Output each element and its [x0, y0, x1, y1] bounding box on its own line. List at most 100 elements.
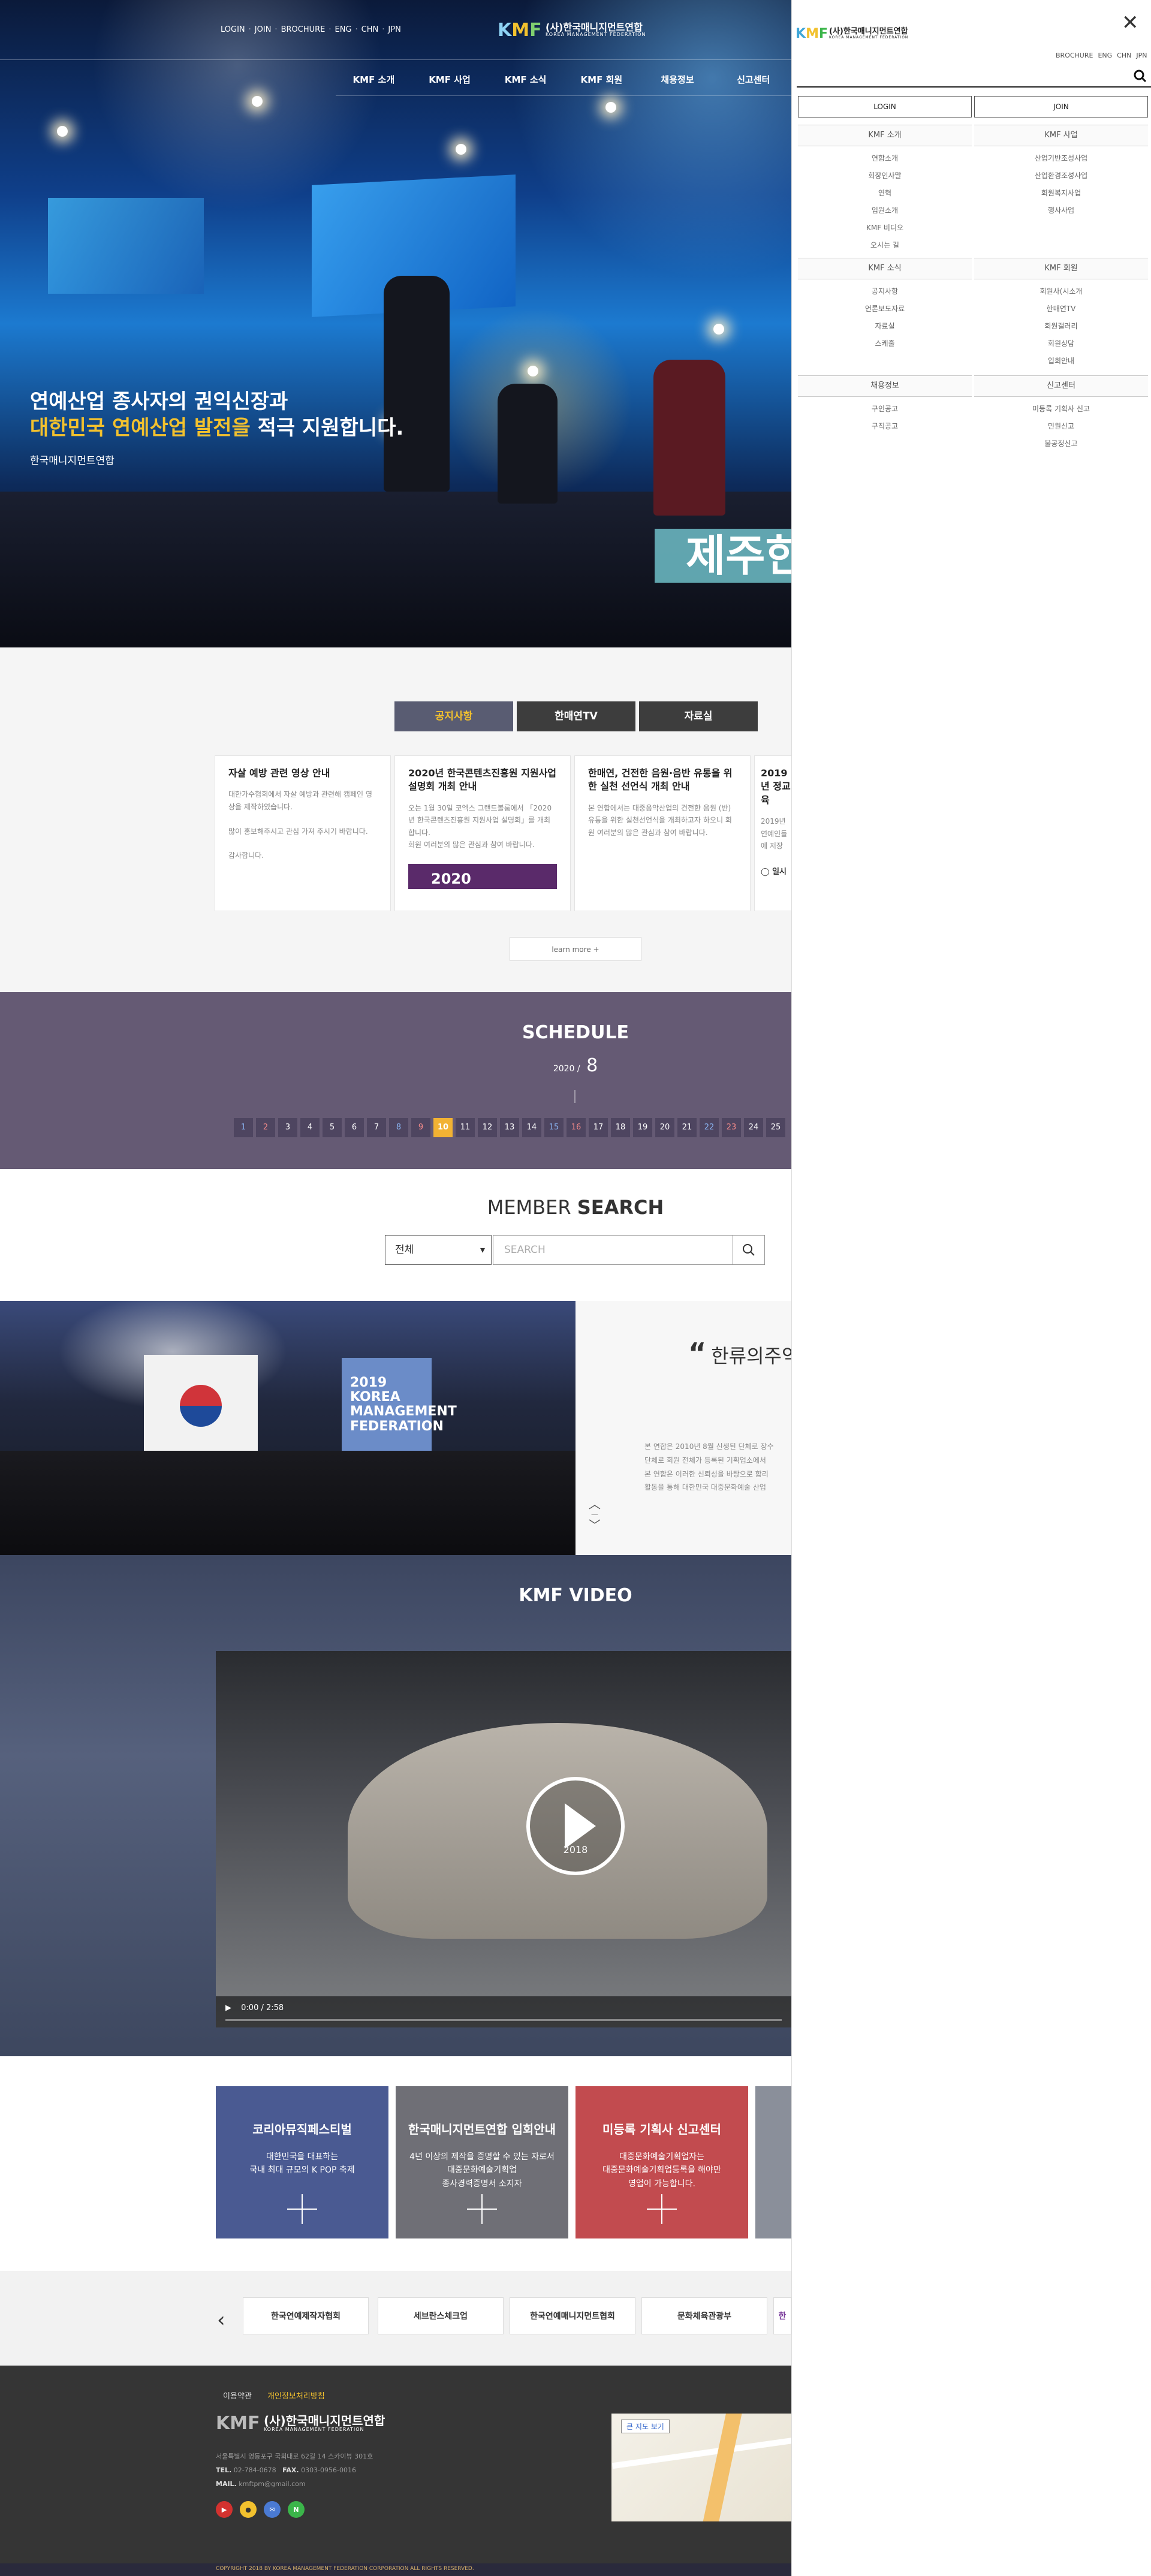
drawer-group-head[interactable]: KMF 회원 [974, 258, 1148, 279]
drawer-group-head[interactable]: KMF 소식 [798, 258, 972, 279]
drawer-login-button[interactable]: LOGIN [798, 96, 972, 117]
plus-icon[interactable] [467, 2194, 497, 2224]
schedule-day[interactable]: 12 [478, 1118, 497, 1137]
drawer-item[interactable]: 구인공고 [798, 400, 972, 418]
banner-partial[interactable] [755, 2086, 791, 2238]
site-logo[interactable]: KMF (사)한국매니지먼트연합 KOREA MANAGEMENT FEDERA… [498, 19, 646, 41]
schedule-day[interactable]: 13 [500, 1118, 519, 1137]
drawer-item[interactable]: 구직공고 [798, 418, 972, 435]
chn-link[interactable]: CHN [361, 25, 379, 34]
nav-recruit[interactable]: 채용정보 [640, 60, 716, 95]
banner-report-center[interactable]: 미등록 기획사 신고센터 대중문화예술기획업자는 대중문화예술기획업등록을 해야… [576, 2086, 748, 2238]
schedule-day[interactable]: 11 [456, 1118, 475, 1137]
schedule-day[interactable]: 15 [544, 1118, 564, 1137]
chevron-left-icon[interactable]: ‹ [217, 2308, 225, 2332]
schedule-day[interactable]: 1 [234, 1118, 253, 1137]
partner-logo[interactable]: 한국연예제작자협회 [243, 2297, 369, 2334]
schedule-day[interactable]: 6 [345, 1118, 364, 1137]
member-search-input[interactable]: SEARCH [493, 1235, 735, 1265]
schedule-day[interactable]: 25 [766, 1118, 785, 1137]
play-small-icon[interactable]: ▶ [225, 2003, 231, 2012]
schedule-day[interactable]: 10 [433, 1118, 453, 1137]
drawer-item[interactable]: 산업기반조성사업 [974, 150, 1148, 167]
schedule-day[interactable]: 22 [700, 1118, 719, 1137]
drawer-group-head[interactable]: KMF 사업 [974, 125, 1148, 146]
member-search-button[interactable] [733, 1235, 765, 1265]
drawer-item[interactable]: 한매연TV [974, 300, 1148, 318]
schedule-day[interactable]: 18 [611, 1118, 630, 1137]
drawer-item[interactable]: 임원소개 [798, 202, 972, 219]
drawer-item[interactable]: 오시는 길 [798, 237, 972, 254]
drawer-item[interactable]: 행사사업 [974, 202, 1148, 219]
drawer-item[interactable]: 연혁 [798, 185, 972, 202]
brochure-link[interactable]: BROCHURE [281, 25, 326, 34]
drawer-item[interactable]: 연합소개 [798, 150, 972, 167]
drawer-logo[interactable]: KMF (사)한국매니지먼트연합 KOREA MANAGEMENT FEDERA… [796, 23, 908, 44]
drawer-item[interactable]: 언론보도자료 [798, 300, 972, 318]
notice-card[interactable]: 2020년 한국콘텐츠진흥원 지원사업 설명회 개최 안내 오는 1월 30일 … [394, 755, 571, 911]
nav-members[interactable]: KMF 회원 [564, 60, 640, 95]
plus-icon[interactable] [647, 2194, 677, 2224]
terms-link[interactable]: 이용약관 [223, 2392, 252, 2401]
nav-business[interactable]: KMF 사업 [412, 60, 488, 95]
chevron-up-icon[interactable]: ︿ [589, 1498, 601, 1511]
nav-report[interactable]: 신고센터 [715, 60, 791, 95]
drawer-item[interactable]: 회원상담 [974, 335, 1148, 352]
plus-icon[interactable] [287, 2194, 317, 2224]
schedule-day[interactable]: 9 [411, 1118, 430, 1137]
drawer-item[interactable]: 자료실 [798, 318, 972, 335]
drawer-jpn-link[interactable]: JPN [1136, 52, 1147, 59]
schedule-day[interactable]: 19 [633, 1118, 652, 1137]
banner-membership[interactable]: 한국매니지먼트연합 입회안내 4년 이상의 제작을 증명할 수 있는 자로서 대… [396, 2086, 568, 2238]
chevron-down-icon[interactable]: ﹀ [589, 1519, 601, 1532]
drawer-chn-link[interactable]: CHN [1117, 52, 1131, 59]
partner-logo[interactable]: 한 [773, 2297, 791, 2334]
drawer-item[interactable]: 회원사(시소개 [974, 283, 1148, 300]
schedule-day[interactable]: 8 [389, 1118, 408, 1137]
schedule-day[interactable]: 20 [655, 1118, 674, 1137]
schedule-day[interactable]: 21 [677, 1118, 697, 1137]
schedule-day[interactable]: 14 [522, 1118, 541, 1137]
drawer-item[interactable]: 미등록 기획사 신고 [974, 400, 1148, 418]
notice-card[interactable]: 자살 예방 관련 영상 안내 대한가수협회에서 자살 예방과 관련해 캠페인 영… [215, 755, 391, 911]
kakao-icon[interactable]: ● [240, 2501, 257, 2518]
partner-logo[interactable]: 문화체육관광부 [641, 2297, 767, 2334]
drawer-item[interactable]: 회원복지사업 [974, 185, 1148, 202]
play-icon[interactable]: 2018 [526, 1777, 625, 1875]
drawer-item[interactable]: 공지사항 [798, 283, 972, 300]
drawer-brochure-link[interactable]: BROCHURE [1056, 52, 1093, 59]
close-icon[interactable]: ✕ [1122, 11, 1139, 35]
nav-news[interactable]: KMF 소식 [487, 60, 564, 95]
map-enlarge-link[interactable]: 큰 지도 보기 [621, 2420, 670, 2433]
drawer-group-head[interactable]: KMF 소개 [798, 125, 972, 146]
schedule-day[interactable]: 16 [567, 1118, 586, 1137]
tab-kmf-tv[interactable]: 한매연TV [517, 701, 635, 731]
tab-notice[interactable]: 공지사항 [394, 701, 513, 731]
drawer-item[interactable]: 스케줄 [798, 335, 972, 352]
join-link[interactable]: JOIN [255, 25, 272, 34]
eng-link[interactable]: ENG [335, 25, 352, 34]
drawer-item[interactable]: 회원갤러리 [974, 318, 1148, 335]
schedule-day[interactable]: 7 [367, 1118, 386, 1137]
drawer-item[interactable]: 산업환경조성사업 [974, 167, 1148, 185]
member-category-select[interactable]: 전체 [385, 1235, 492, 1265]
video-progress-bar[interactable] [225, 2019, 782, 2021]
nav-about[interactable]: KMF 소개 [336, 60, 412, 95]
learn-more-button[interactable]: learn more + [510, 937, 641, 961]
schedule-day[interactable]: 4 [300, 1118, 320, 1137]
footer-map[interactable]: 큰 지도 보기 [611, 2414, 791, 2521]
drawer-group-head[interactable]: 신고센터 [974, 375, 1148, 397]
drawer-eng-link[interactable]: ENG [1098, 52, 1112, 59]
schedule-day[interactable]: 23 [722, 1118, 741, 1137]
schedule-day[interactable]: 24 [744, 1118, 763, 1137]
drawer-item[interactable]: KMF 비디오 [798, 219, 972, 237]
partner-logo[interactable]: 한국연예매니지먼트협회 [510, 2297, 635, 2334]
drawer-item[interactable]: 회장인사말 [798, 167, 972, 185]
login-link[interactable]: LOGIN [221, 25, 245, 34]
partner-logo[interactable]: 세브란스체크업 [378, 2297, 504, 2334]
search-icon[interactable] [1132, 68, 1148, 84]
mail-icon[interactable]: ✉ [264, 2501, 281, 2518]
privacy-link[interactable]: 개인정보처리방침 [267, 2392, 325, 2401]
drawer-item[interactable]: 불공정신고 [974, 435, 1148, 453]
video-player[interactable]: 2018 ▶ 0:00 / 2:58 [216, 1651, 791, 2027]
